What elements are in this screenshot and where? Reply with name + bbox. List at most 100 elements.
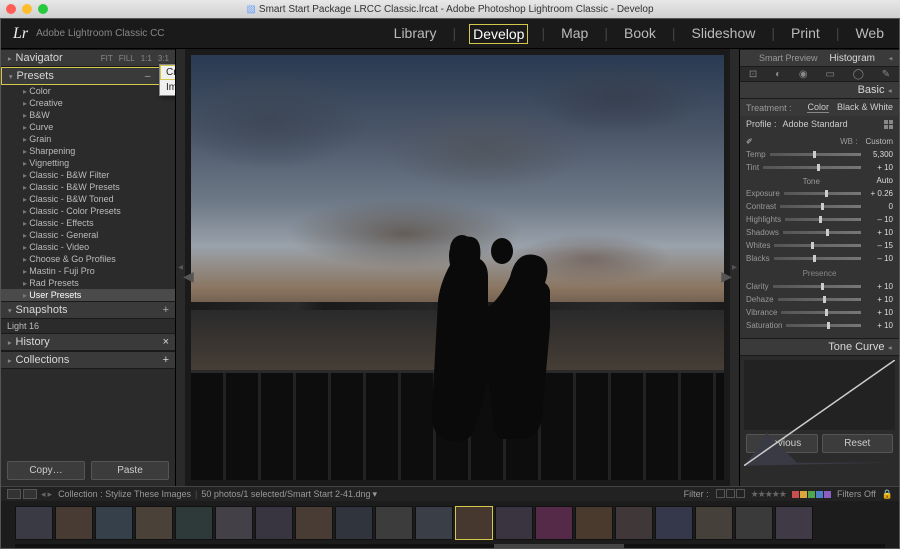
color-label-filter[interactable] bbox=[792, 491, 831, 498]
preset-folder[interactable]: Classic - General bbox=[1, 229, 175, 241]
flag-filters[interactable] bbox=[715, 489, 745, 500]
filmstrip-thumbnail[interactable] bbox=[95, 506, 133, 540]
snapshot-item[interactable]: Light 16 bbox=[1, 319, 175, 333]
profile-value[interactable]: Adobe Standard bbox=[783, 119, 848, 129]
preset-folder[interactable]: User Presets bbox=[1, 289, 175, 301]
filmstrip-thumbnail[interactable] bbox=[735, 506, 773, 540]
filename-dropdown-icon[interactable]: ▾ bbox=[372, 489, 377, 500]
treatment-color[interactable]: Color bbox=[807, 102, 829, 113]
snapshots-header[interactable]: Snapshots + bbox=[1, 301, 175, 319]
gradient-tool-icon[interactable]: ▭ bbox=[825, 69, 834, 80]
filmstrip-thumbnail[interactable] bbox=[495, 506, 533, 540]
preset-folder[interactable]: Creative bbox=[1, 97, 175, 109]
filmstrip-thumbnail[interactable] bbox=[775, 506, 813, 540]
contrast-slider[interactable] bbox=[780, 205, 861, 208]
tint-slider[interactable] bbox=[763, 166, 861, 169]
star-filter[interactable]: ★★★★★ bbox=[751, 489, 786, 500]
second-window-icon[interactable] bbox=[7, 489, 21, 499]
preset-folder[interactable]: Classic - B&W Toned bbox=[1, 193, 175, 205]
navigator-header[interactable]: Navigator FITFILL1:13:1 bbox=[1, 49, 175, 67]
filmstrip-thumbnail[interactable] bbox=[455, 506, 493, 540]
preset-folder[interactable]: Classic - Color Presets bbox=[1, 205, 175, 217]
grid-view-icon[interactable] bbox=[23, 489, 37, 499]
presets-tree[interactable]: ColorCreativeB&WCurveGrainSharpeningVign… bbox=[1, 85, 175, 301]
basic-header[interactable]: Basic bbox=[740, 81, 899, 99]
preset-folder[interactable]: Classic - Video bbox=[1, 241, 175, 253]
preset-folder[interactable]: Choose & Go Profiles bbox=[1, 253, 175, 265]
dehaze-slider[interactable] bbox=[778, 298, 861, 301]
preset-folder[interactable]: B&W bbox=[1, 109, 175, 121]
highlights-slider[interactable] bbox=[785, 218, 861, 221]
eyedropper-icon[interactable]: ✐ bbox=[746, 137, 753, 146]
collections-header[interactable]: Collections + bbox=[1, 351, 175, 369]
preset-folder[interactable]: Classic - Effects bbox=[1, 217, 175, 229]
clarity-slider[interactable] bbox=[773, 285, 861, 288]
filter-lock-icon[interactable]: 🔒 bbox=[882, 489, 893, 500]
preset-folder[interactable]: Rad Presets bbox=[1, 277, 175, 289]
filmstrip-thumbnail[interactable] bbox=[415, 506, 453, 540]
menu-import-presets[interactable]: Import Preset(s)… bbox=[160, 80, 176, 95]
module-map[interactable]: Map bbox=[558, 24, 591, 44]
filmstrip-scrollbar[interactable] bbox=[15, 544, 885, 548]
filmstrip-thumbnail[interactable] bbox=[615, 506, 653, 540]
module-develop[interactable]: Develop bbox=[469, 24, 528, 44]
module-book[interactable]: Book bbox=[621, 24, 659, 44]
filters-off[interactable]: Filters Off bbox=[837, 489, 876, 499]
next-photo-arrow[interactable]: ▶ bbox=[721, 268, 732, 285]
filmstrip-thumbnail[interactable] bbox=[335, 506, 373, 540]
histogram-header[interactable]: Smart Preview Histogram bbox=[740, 49, 899, 67]
module-web[interactable]: Web bbox=[852, 24, 887, 44]
treatment-bw[interactable]: Black & White bbox=[837, 102, 893, 113]
copy-button[interactable]: Copy… bbox=[7, 461, 85, 480]
filmstrip-thumbnail[interactable] bbox=[255, 506, 293, 540]
filmstrip-thumbnail[interactable] bbox=[535, 506, 573, 540]
prev-photo-arrow[interactable]: ◀ bbox=[183, 268, 194, 285]
filmstrip-thumbnails[interactable] bbox=[15, 501, 885, 544]
filmstrip-thumbnail[interactable] bbox=[135, 506, 173, 540]
filmstrip-thumbnail[interactable] bbox=[15, 506, 53, 540]
collection-name[interactable]: Stylize These Images bbox=[105, 489, 191, 499]
module-slideshow[interactable]: Slideshow bbox=[689, 24, 759, 44]
wb-value[interactable]: Custom bbox=[865, 137, 893, 146]
filmstrip-thumbnail[interactable] bbox=[575, 506, 613, 540]
nav-fwd-icon[interactable]: ▸ bbox=[48, 489, 53, 500]
spot-tool-icon[interactable]: ◐ bbox=[775, 69, 781, 80]
vibrance-slider[interactable] bbox=[781, 311, 861, 314]
temp-slider[interactable] bbox=[770, 153, 861, 156]
radial-tool-icon[interactable]: ◯ bbox=[853, 69, 864, 80]
whites-slider[interactable] bbox=[774, 244, 861, 247]
snapshot-add-icon[interactable]: + bbox=[163, 304, 169, 316]
tone-curve-graph[interactable] bbox=[744, 360, 895, 430]
redeye-tool-icon[interactable]: ◉ bbox=[799, 69, 808, 80]
module-print[interactable]: Print bbox=[788, 24, 823, 44]
exposure-slider[interactable] bbox=[784, 192, 861, 195]
develop-tool-strip[interactable]: ⊡ ◐ ◉ ▭ ◯ ✎ bbox=[740, 67, 899, 81]
preset-folder[interactable]: Vignetting bbox=[1, 157, 175, 169]
preset-folder[interactable]: Sharpening bbox=[1, 145, 175, 157]
saturation-slider[interactable] bbox=[786, 324, 861, 327]
brush-tool-icon[interactable]: ✎ bbox=[882, 69, 890, 80]
navigator-zoom-modes[interactable]: FITFILL1:13:1 bbox=[95, 54, 169, 63]
filmstrip-thumbnail[interactable] bbox=[375, 506, 413, 540]
main-photo[interactable] bbox=[191, 55, 724, 480]
blacks-slider[interactable] bbox=[774, 257, 861, 260]
profile-browser-icon[interactable] bbox=[884, 120, 893, 129]
filmstrip-thumbnail[interactable] bbox=[295, 506, 333, 540]
history-header[interactable]: History × bbox=[1, 333, 175, 351]
crop-tool-icon[interactable]: ⊡ bbox=[749, 69, 757, 80]
nav-back-icon[interactable]: ◂ bbox=[41, 489, 46, 500]
filmstrip-thumbnail[interactable] bbox=[695, 506, 733, 540]
preset-folder[interactable]: Curve bbox=[1, 121, 175, 133]
menu-create-preset[interactable]: Create Preset… bbox=[160, 65, 176, 80]
history-clear-icon[interactable]: × bbox=[163, 336, 169, 348]
shadows-slider[interactable] bbox=[783, 231, 861, 234]
preset-folder[interactable]: Mastin - Fuji Pro bbox=[1, 265, 175, 277]
filmstrip-thumbnail[interactable] bbox=[215, 506, 253, 540]
presets-header[interactable]: Presets – + bbox=[1, 67, 175, 85]
auto-tone-button[interactable]: Auto bbox=[877, 176, 893, 185]
preset-folder[interactable]: Color bbox=[1, 85, 175, 97]
collections-add-icon[interactable]: + bbox=[163, 354, 169, 366]
paste-button[interactable]: Paste bbox=[91, 461, 169, 480]
preset-folder[interactable]: Classic - B&W Presets bbox=[1, 181, 175, 193]
filmstrip-thumbnail[interactable] bbox=[55, 506, 93, 540]
